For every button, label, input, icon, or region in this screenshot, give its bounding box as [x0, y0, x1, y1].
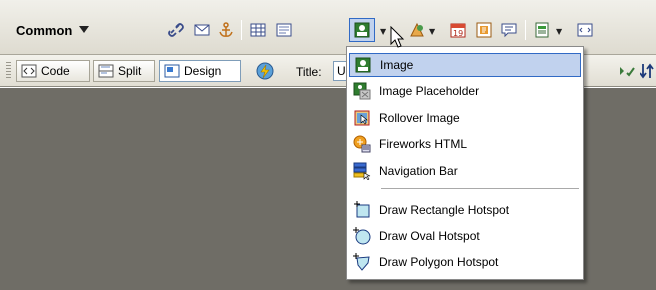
code-view-button[interactable]: Code — [16, 60, 90, 82]
category-dropdown[interactable]: Common — [16, 18, 90, 42]
svg-text:19: 19 — [453, 29, 463, 38]
menu-item-navigation-bar[interactable]: Navigation Bar — [349, 159, 581, 183]
menu-item-label: Rollover Image — [379, 111, 460, 125]
menu-item-label: Draw Oval Hotspot — [379, 229, 480, 243]
rectangle-hotspot-icon — [353, 201, 371, 219]
title-label: Title: — [296, 65, 322, 79]
live-view-icon[interactable] — [255, 62, 275, 80]
table-icon[interactable] — [250, 22, 266, 38]
code-label: Code — [41, 64, 70, 78]
toolbar-grip[interactable] — [6, 62, 11, 80]
menu-item-label: Image Placeholder — [379, 84, 480, 98]
div-icon[interactable] — [276, 22, 292, 38]
chevron-down-icon[interactable]: ▼ — [380, 27, 386, 36]
menu-item-image[interactable]: Image — [349, 53, 581, 77]
chevron-down-icon — [79, 26, 90, 33]
menu-item-label: Draw Polygon Hotspot — [379, 255, 499, 269]
split-label: Split — [118, 64, 142, 78]
rollover-image-icon — [353, 109, 371, 127]
templates-icon[interactable] — [534, 22, 550, 38]
menu-item-fireworks-html[interactable]: Fireworks HTML — [349, 132, 581, 156]
category-label: Common — [16, 22, 73, 38]
fireworks-html-icon — [353, 135, 371, 153]
polygon-hotspot-icon — [353, 253, 371, 271]
menu-item-label: Draw Rectangle Hotspot — [379, 203, 510, 217]
menu-item-label: Image — [380, 58, 414, 72]
menu-item-label: Fireworks HTML — [379, 137, 468, 151]
comment-icon[interactable] — [501, 22, 517, 38]
mouse-cursor-icon — [390, 26, 405, 48]
email-link-icon[interactable] — [194, 22, 210, 38]
chevron-down-icon[interactable]: ▼ — [429, 27, 435, 36]
menu-item-draw-oval-hotspot[interactable]: Draw Oval Hotspot — [349, 224, 581, 248]
design-label: Design — [184, 64, 222, 78]
image-placeholder-icon — [353, 82, 371, 100]
media-icon[interactable] — [409, 22, 425, 38]
file-management-icon[interactable] — [640, 62, 656, 80]
validate-markup-icon[interactable] — [618, 62, 636, 80]
menu-item-rollover-image[interactable]: Rollover Image — [349, 106, 581, 130]
split-view-button[interactable]: Split — [93, 60, 155, 82]
menu-separator — [381, 188, 579, 189]
image-icon — [354, 56, 372, 74]
tag-chooser-icon[interactable] — [577, 22, 593, 38]
design-view-icon — [164, 64, 180, 78]
menu-item-draw-rectangle-hotspot[interactable]: Draw Rectangle Hotspot — [349, 198, 581, 222]
navigation-bar-icon — [353, 162, 371, 180]
split-view-icon — [98, 64, 114, 78]
menu-item-label: Navigation Bar — [379, 164, 458, 178]
code-view-icon — [21, 64, 37, 78]
named-anchor-icon[interactable] — [218, 22, 234, 38]
image-icon — [354, 22, 370, 38]
menu-item-image-placeholder[interactable]: Image Placeholder — [349, 79, 581, 103]
oval-hotspot-icon — [353, 227, 371, 245]
menu-item-draw-polygon-hotspot[interactable]: Draw Polygon Hotspot — [349, 250, 581, 274]
image-insert-menu: Image Image Placeholder Rollover Image F… — [346, 46, 584, 280]
image-button[interactable] — [349, 18, 375, 42]
hyperlink-icon[interactable] — [168, 22, 184, 38]
date-icon[interactable]: 19 — [450, 22, 466, 38]
chevron-down-icon[interactable]: ▼ — [556, 27, 562, 36]
server-side-include-icon[interactable] — [476, 22, 492, 38]
design-view-button[interactable]: Design — [159, 60, 241, 82]
